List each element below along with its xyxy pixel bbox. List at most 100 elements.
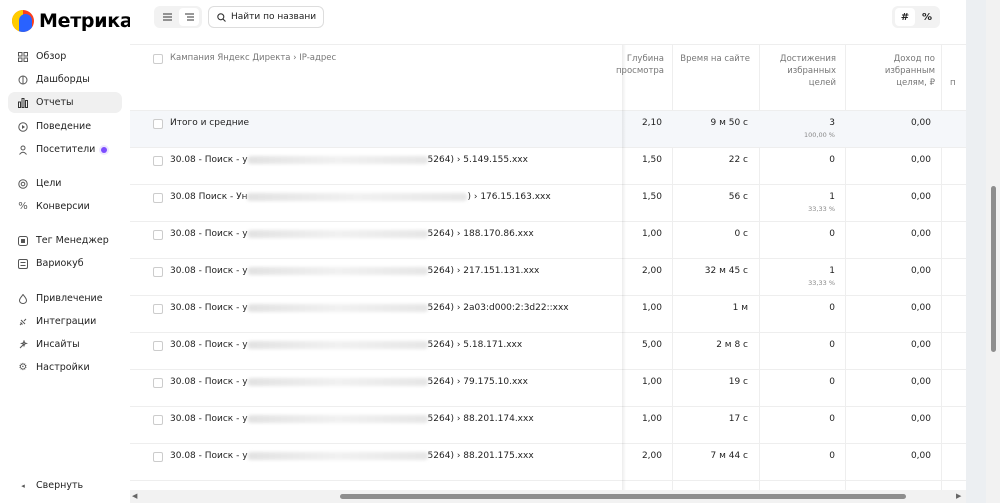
- row-checkbox[interactable]: [153, 230, 163, 240]
- scroll-right-arrow-icon[interactable]: ▶: [956, 492, 961, 500]
- cell-income: 0,00: [910, 229, 931, 239]
- campaign-prefix: 30.08 - Поиск - у: [170, 451, 248, 461]
- row-dimension[interactable]: 30.08 - Поиск - у 5264) › 5.18.171.xxx: [170, 340, 522, 350]
- table-row[interactable]: 30.08 - Поиск - у 5264) › 5.18.171.xxx 5,0…: [130, 333, 966, 370]
- row-dimension[interactable]: 30.08 - Поиск - у 5264) › 188.170.86.xxx: [170, 229, 534, 239]
- cell-goals: 1 33,33 %: [770, 192, 835, 213]
- sidebar-item-conversions[interactable]: % Конверсии: [8, 196, 122, 217]
- row-checkbox[interactable]: [153, 156, 163, 166]
- cell-goals: 0: [770, 414, 835, 427]
- sidebar-item-settings[interactable]: ⚙ Настройки: [8, 357, 122, 378]
- horizontal-scroll-thumb[interactable]: [340, 494, 906, 499]
- table-row[interactable]: 30.08 - Поиск - у 5264) › 88.201.174.xxx 1…: [130, 407, 966, 444]
- ip-address: 5264) › 88.201.174.xxx: [427, 414, 534, 424]
- app-logo[interactable]: Метрика: [12, 10, 133, 32]
- scroll-left-arrow-icon[interactable]: ◀: [132, 492, 137, 500]
- sidebar-item-label: Вариокуб: [36, 258, 84, 269]
- column-header-income[interactable]: Доход по избранным целям, ₽: [855, 53, 935, 89]
- cell-time: 32 м 45 с: [704, 266, 748, 276]
- row-checkbox[interactable]: [153, 415, 163, 425]
- vertical-scrollbar[interactable]: [986, 0, 1000, 503]
- ip-address: ) › 176.15.163.xxx: [467, 192, 551, 202]
- sidebar-item-label: Привлечение: [36, 293, 103, 304]
- dimension-header[interactable]: Кампания Яндекс Директа › IP-адрес: [170, 53, 336, 63]
- table-row[interactable]: 30.08 - Поиск - у 5264) › 5.149.155.xxx 1,…: [130, 148, 966, 185]
- sidebar-item-variocube[interactable]: Вариокуб: [8, 253, 122, 274]
- table-row[interactable]: 30.08 - Поиск - у 5264) › 2a03:d000:2:3d2…: [130, 296, 966, 333]
- metrika-logo-icon: [12, 10, 34, 32]
- row-dimension[interactable]: 30.08 - Поиск - у 5264) › 88.201.174.xxx: [170, 414, 534, 424]
- report-main: # % Кампания Яндекс Директа › IP-адрес Г…: [130, 0, 966, 503]
- sidebar-item-label: Интеграции: [36, 316, 97, 327]
- sidebar-item-integrations[interactable]: Интеграции: [8, 311, 122, 332]
- goals-value: 1: [829, 192, 835, 202]
- redacted-text: [247, 451, 428, 460]
- redacted-text: [247, 303, 428, 312]
- sidebar-item-goals[interactable]: Цели: [8, 173, 122, 194]
- cell-time: 17 с: [728, 414, 748, 424]
- select-all-checkbox[interactable]: [153, 54, 163, 64]
- table-row[interactable]: 30.08 - Поиск - у 5264) › 88.201.175.xxx 2…: [130, 444, 966, 481]
- person-icon: [17, 144, 29, 156]
- percent-values-button[interactable]: %: [917, 8, 937, 26]
- table-row[interactable]: 30.08 - Поиск - у 5264) › 79.175.10.xxx 1,…: [130, 370, 966, 407]
- cell-time: 19 с: [728, 377, 748, 387]
- sidebar-item-label: Цели: [36, 178, 62, 189]
- row-checkbox[interactable]: [153, 193, 163, 203]
- column-header-time[interactable]: Время на сайте: [678, 53, 750, 65]
- row-dimension[interactable]: 30.08 - Поиск - у 5264) › 5.149.155.xxx: [170, 155, 528, 165]
- sidebar-item-visitors[interactable]: Посетители: [8, 139, 122, 160]
- row-checkbox[interactable]: [153, 267, 163, 277]
- sidebar-item-dashboards[interactable]: Дашборды: [8, 69, 122, 90]
- sidebar-item-reports[interactable]: Отчеты: [8, 92, 122, 113]
- table-row[interactable]: 30.08 Поиск - Ун) › 176.15.163.xxx 1,50 56…: [130, 185, 966, 222]
- horizontal-scrollbar[interactable]: ◀ ▶: [130, 490, 966, 503]
- cell-depth: 2,00: [641, 451, 662, 461]
- sidebar-item-acquisition[interactable]: Привлечение: [8, 288, 122, 309]
- goals-value: 0: [829, 377, 835, 387]
- table-row[interactable]: 30.08 - Поиск - у 5264) › 188.170.86.xxx 1…: [130, 222, 966, 259]
- column-header-depth[interactable]: Глубина просмотра: [598, 53, 664, 77]
- table-row[interactable]: 30.08 - Поиск - у 5264) › 217.151.131.xxx…: [130, 259, 966, 296]
- cell-time: 0 с: [734, 229, 748, 239]
- row-checkbox[interactable]: [153, 304, 163, 314]
- absolute-values-button[interactable]: #: [895, 8, 915, 26]
- cell-income: 0,00: [910, 303, 931, 313]
- search-box[interactable]: [208, 6, 324, 28]
- sidebar-item-label: Посетители: [36, 144, 96, 155]
- row-dimension[interactable]: 30.08 - Поиск - у 5264) › 2a03:d000:2:3d2…: [170, 303, 569, 313]
- collapse-arrow-icon: ◂: [21, 481, 25, 490]
- collapse-sidebar-button[interactable]: ◂ Свернуть: [8, 475, 122, 496]
- view-toggle: [154, 6, 202, 28]
- cell-income: 0,00: [910, 414, 931, 424]
- row-dimension[interactable]: 30.08 - Поиск - у 5264) › 88.201.175.xxx: [170, 451, 534, 461]
- campaign-prefix: 30.08 - Поиск - у: [170, 266, 248, 276]
- goals-value: 0: [829, 451, 835, 461]
- column-header-goals[interactable]: Достижения избранных целей: [770, 53, 836, 89]
- ip-address: 5264) › 188.170.86.xxx: [427, 229, 534, 239]
- sidebar: Метрика Обзор Дашборды Отчеты Поведение …: [0, 0, 133, 503]
- sidebar-item-tag-manager[interactable]: Тег Менеджер: [8, 230, 122, 251]
- row-dimension[interactable]: 30.08 - Поиск - у 5264) › 79.175.10.xxx: [170, 377, 528, 387]
- sidebar-item-overview[interactable]: Обзор: [8, 46, 122, 67]
- tag-icon: [17, 235, 29, 247]
- report-toolbar: # %: [130, 0, 966, 38]
- row-checkbox[interactable]: [153, 341, 163, 351]
- list-view-button[interactable]: [157, 8, 177, 26]
- row-checkbox[interactable]: [153, 378, 163, 388]
- row-dimension[interactable]: 30.08 Поиск - Ун ) › 176.15.163.xxx: [170, 192, 551, 202]
- totals-income: 0,00: [910, 118, 931, 128]
- column-header-extra[interactable]: п: [950, 77, 966, 89]
- row-checkbox[interactable]: [153, 119, 163, 129]
- sidebar-item-insights[interactable]: Инсайты: [8, 334, 122, 355]
- vertical-scroll-thumb[interactable]: [991, 186, 996, 352]
- target-icon: [17, 178, 29, 190]
- totals-row: Итого и средние 2,10 9 м 50 с 3 100,00 % …: [130, 111, 966, 148]
- row-dimension[interactable]: 30.08 - Поиск - у 5264) › 217.151.131.xxx: [170, 266, 539, 276]
- cell-goals: 0: [770, 451, 835, 464]
- row-checkbox[interactable]: [153, 452, 163, 462]
- campaign-prefix: 30.08 Поиск - Ун: [170, 192, 248, 202]
- sidebar-item-behavior[interactable]: Поведение: [8, 116, 122, 137]
- search-input[interactable]: [231, 12, 316, 22]
- tree-view-button[interactable]: [179, 8, 199, 26]
